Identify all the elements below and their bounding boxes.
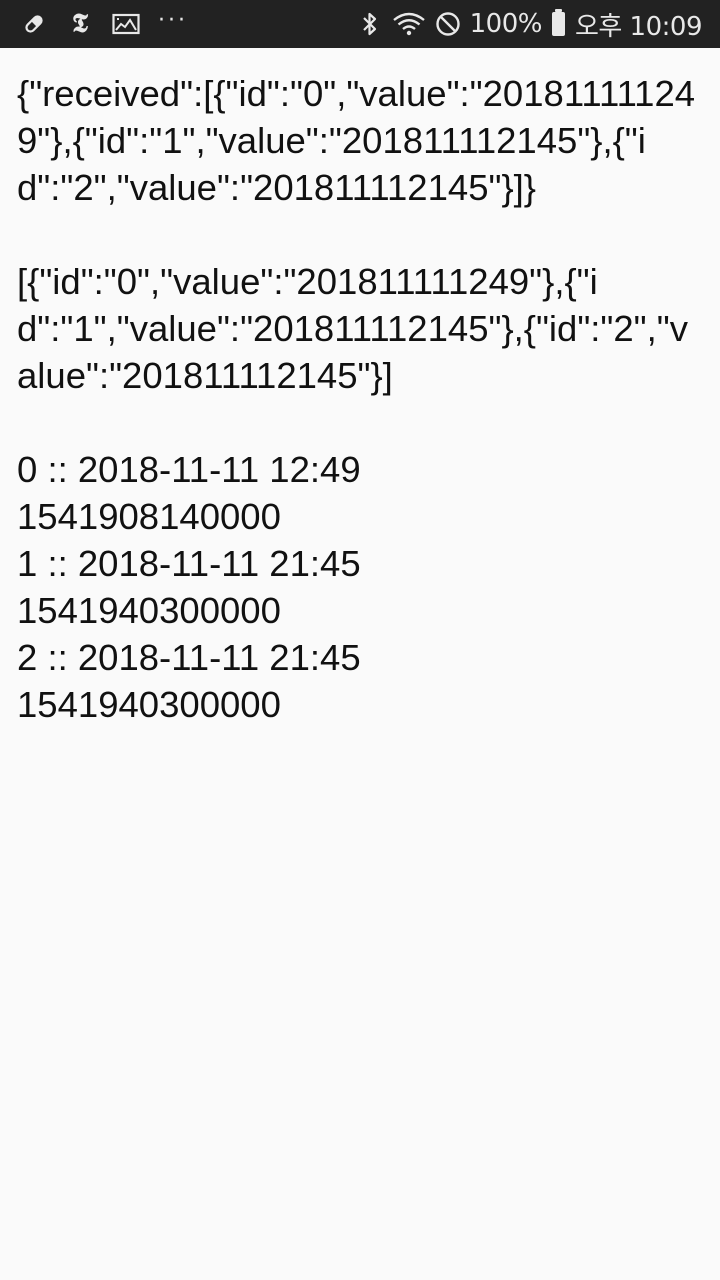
array-json-text: [{"id":"0","value":"201811111249"},{"id"… <box>17 261 688 396</box>
entries-list: 0 :: 2018-11-11 12:49 1541908140000 1 ::… <box>17 446 703 728</box>
bluetooth-icon <box>356 10 384 38</box>
more-notifications-icon: ··· <box>158 7 188 33</box>
entry-label: 0 :: 2018-11-11 12:49 <box>17 449 361 490</box>
system-status: 100% 오후 10:09 <box>356 6 703 43</box>
nyt-icon: 𝕿 <box>72 9 88 39</box>
gallery-icon <box>112 10 140 38</box>
battery-icon <box>551 9 565 36</box>
wifi-icon <box>392 10 426 38</box>
webview-content: {"received":[{"id":"0","value":"20181111… <box>17 70 703 728</box>
entry-timestamp: 1541940300000 <box>17 590 281 631</box>
entry-timestamp: 1541940300000 <box>17 684 281 725</box>
entry-timestamp: 1541908140000 <box>17 496 281 537</box>
pill-icon <box>20 10 48 38</box>
entry-label: 1 :: 2018-11-11 21:45 <box>17 543 361 584</box>
entry-label: 2 :: 2018-11-11 21:45 <box>17 637 361 678</box>
received-json-text: {"received":[{"id":"0","value":"20181111… <box>17 73 696 208</box>
battery-percent: 100% <box>469 9 543 39</box>
status-bar: 𝕿 ··· 100% 오후 10:09 <box>0 0 720 48</box>
do-not-disturb-icon <box>434 10 462 38</box>
clock: 오후 10:09 <box>574 11 703 42</box>
notification-icons: 𝕿 ··· <box>20 7 188 39</box>
